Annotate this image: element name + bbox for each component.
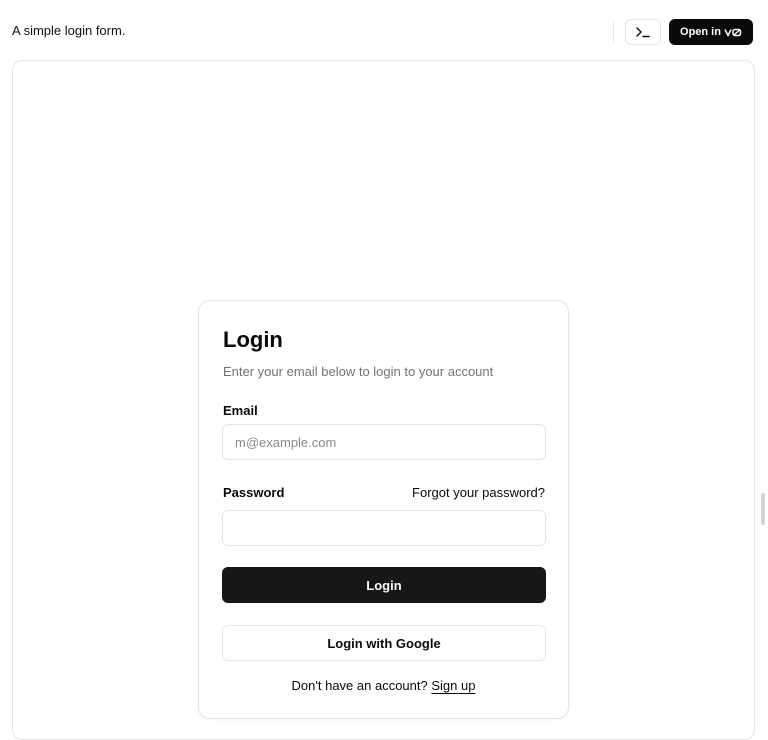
open-in-v0-button[interactable]: Open in <box>669 19 753 45</box>
terminal-button[interactable] <box>625 19 661 45</box>
login-button[interactable]: Login <box>222 567 546 603</box>
login-with-google-button[interactable]: Login with Google <box>222 625 546 661</box>
v0-logo-icon <box>724 28 742 36</box>
signup-prompt: Don't have an account? Sign up <box>199 678 568 693</box>
forgot-password-link[interactable]: Forgot your password? <box>412 485 545 500</box>
scrollbar-thumb[interactable] <box>761 493 765 525</box>
block-header: A simple login form. Open in <box>0 0 768 60</box>
password-field[interactable] <box>222 510 546 546</box>
card-description: Enter your email below to login to your … <box>223 364 494 379</box>
card-title: Login <box>223 327 283 352</box>
signup-prompt-text: Don't have an account? <box>291 678 428 693</box>
open-in-label: Open in <box>680 26 721 38</box>
block-description: A simple login form. <box>12 23 126 38</box>
terminal-icon <box>636 27 650 38</box>
signup-link[interactable]: Sign up <box>431 678 475 693</box>
email-label: Email <box>223 403 258 418</box>
email-field[interactable] <box>222 424 546 460</box>
password-label: Password <box>223 485 285 500</box>
login-card: Login Enter your email below to login to… <box>198 300 569 719</box>
header-divider <box>613 22 614 42</box>
